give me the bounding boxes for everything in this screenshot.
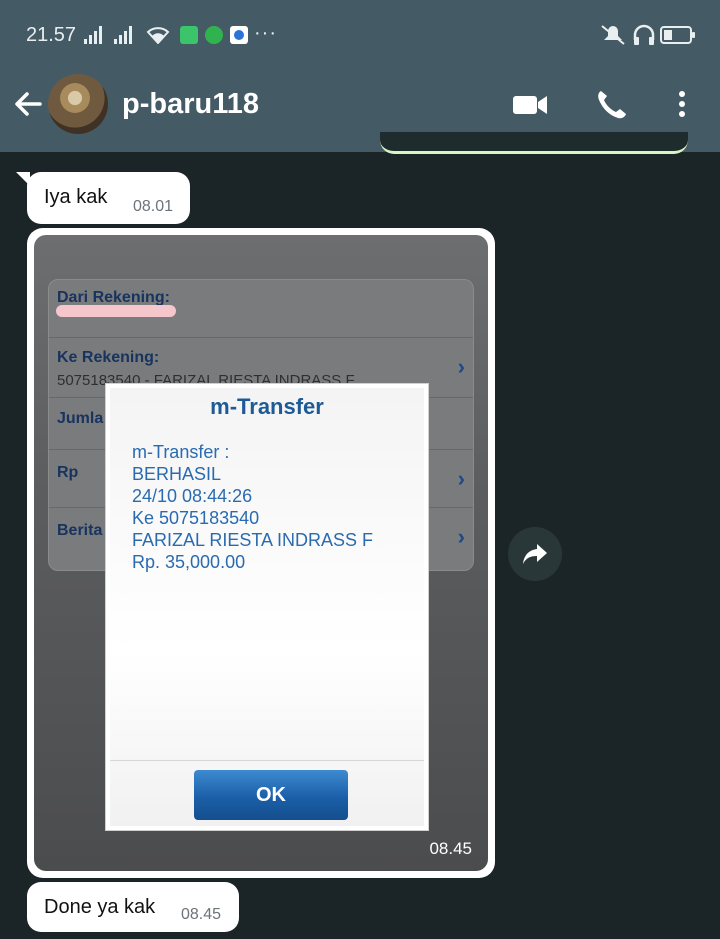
mute-icon	[601, 25, 625, 45]
forward-button[interactable]	[508, 527, 562, 581]
dialog-title: m-Transfer	[210, 394, 324, 419]
signal-icon	[84, 26, 102, 44]
more-vertical-icon[interactable]	[674, 86, 690, 122]
dialog-line: FARIZAL RIESTA INDRASS F	[132, 530, 374, 550]
contact-name[interactable]: p-baru118	[122, 88, 259, 121]
bbm-icon	[180, 26, 198, 44]
headphones-icon	[633, 24, 655, 45]
form-label: Ke Rekening:	[57, 349, 160, 366]
status-time: 21.57	[26, 24, 77, 46]
battery-icon	[660, 26, 695, 44]
app-notification-icon	[230, 26, 248, 44]
message-bubble[interactable]: Done ya kak 08.45	[27, 882, 239, 932]
dialog-line: Rp. 35,000.00	[132, 552, 246, 572]
message-time: 08.01	[133, 198, 174, 215]
dialog-line: m-Transfer :	[132, 442, 230, 462]
message-text: Iya kak	[44, 186, 108, 208]
redaction-scribble	[56, 305, 176, 317]
dialog-line: Ke 5075183540	[132, 508, 260, 528]
ok-button: OK	[194, 770, 348, 820]
message-time: 08.45	[429, 839, 472, 858]
signal-icon	[114, 26, 132, 44]
message-text: Done ya kak	[44, 896, 156, 918]
image-message-bubble[interactable]: Dari Rekening: Ke Rekening: 5075183540 -…	[27, 228, 495, 878]
chevron-right-icon: ›	[457, 466, 465, 491]
forward-arrow-icon	[523, 544, 547, 564]
form-label: Jumla	[57, 410, 104, 427]
avatar[interactable]	[48, 74, 108, 134]
dialog-line: 24/10 08:44:26	[132, 486, 253, 506]
more-notifications-icon: ···	[254, 22, 277, 44]
transfer-dialog: m-Transfer m-Transfer : BERHASIL 24/10 0…	[106, 384, 428, 830]
chevron-right-icon: ›	[457, 524, 465, 549]
back-arrow-icon[interactable]	[10, 86, 46, 122]
message-bubble[interactable]: Iya kak 08.01	[27, 172, 190, 224]
video-call-icon[interactable]	[510, 86, 550, 122]
status-bar: 21.57 ···	[0, 0, 720, 68]
form-label: Rp	[57, 464, 79, 481]
form-label: Berita	[57, 522, 103, 539]
message-time: 08.45	[181, 906, 222, 923]
whatsapp-icon	[205, 26, 223, 44]
wifi-icon	[146, 27, 170, 44]
dialog-line: BERHASIL	[132, 464, 222, 484]
phone-call-icon[interactable]	[594, 86, 628, 122]
dialog-divider	[110, 760, 424, 761]
chevron-right-icon: ›	[457, 354, 465, 379]
transfer-screenshot-image[interactable]: Dari Rekening: Ke Rekening: 5075183540 -…	[34, 235, 488, 871]
previous-message-bubble	[380, 132, 688, 154]
